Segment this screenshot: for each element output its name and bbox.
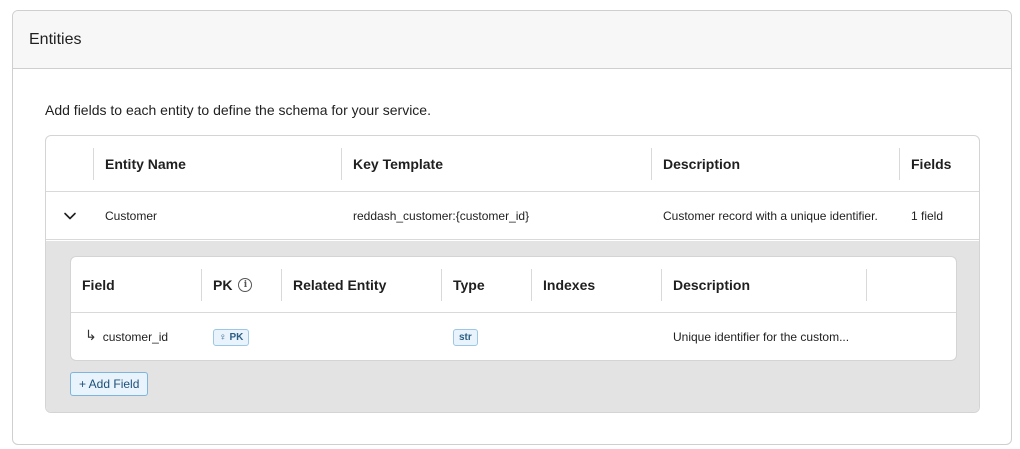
column-header-pk: PK i (213, 257, 253, 312)
type-badge: str (453, 328, 478, 346)
panel-header: Entities (13, 11, 1011, 69)
field-pk-cell: ♀ PK (213, 313, 250, 360)
column-header-entity-name: Entity Name (105, 155, 186, 172)
column-divider (93, 148, 94, 180)
column-header-field: Field (82, 276, 115, 293)
intro-text: Add fields to each entity to define the … (45, 102, 431, 118)
column-divider (899, 148, 900, 180)
column-divider (651, 148, 652, 180)
pk-header-label: PK (213, 276, 233, 293)
column-divider (531, 269, 532, 301)
column-header-key-template: Key Template (353, 155, 443, 172)
field-row[interactable]: ↳ customer_id ♀ PK str Unique identifier… (71, 313, 956, 360)
panel-title: Entities (29, 30, 82, 48)
pk-badge-label: PK (229, 331, 244, 343)
column-header-fields: Fields (911, 155, 952, 172)
column-header-type: Type (453, 276, 485, 293)
expand-toggle[interactable] (63, 192, 77, 239)
column-divider (866, 269, 867, 301)
column-header-related-entity: Related Entity (293, 276, 387, 293)
entity-field-count: 1 field (911, 208, 944, 223)
chevron-down-icon (64, 212, 76, 219)
info-icon[interactable]: i (238, 277, 253, 292)
column-divider (341, 148, 342, 180)
field-type-cell: str (453, 313, 478, 360)
column-divider (201, 269, 202, 301)
field-name: customer_id (102, 330, 169, 344)
entities-panel: Entities Add fields to each entity to de… (12, 10, 1012, 445)
add-field-button[interactable]: + Add Field (70, 372, 149, 396)
entity-row[interactable]: Customer reddash_customer:{customer_id} … (46, 192, 979, 240)
field-name-cell: ↳ customer_id (85, 313, 169, 360)
entity-fields-panel: Field PK i Related Entity Type Indexes D… (46, 241, 979, 412)
entity-table: Entity Name Key Template Description Fie… (45, 135, 980, 413)
entity-name: Customer (105, 208, 158, 223)
key-icon: ♀ (219, 331, 227, 343)
field-table-header: Field PK i Related Entity Type Indexes D… (71, 257, 956, 313)
column-header-indexes: Indexes (543, 276, 596, 293)
entity-table-header: Entity Name Key Template Description Fie… (46, 136, 979, 192)
column-header-field-description: Description (673, 276, 751, 293)
column-divider (441, 269, 442, 301)
pk-badge: ♀ PK (213, 328, 250, 346)
column-divider (661, 269, 662, 301)
field-description: Unique identifier for the custom... (673, 330, 850, 344)
entity-key-template: reddash_customer:{customer_id} (353, 208, 530, 223)
column-header-description: Description (663, 155, 741, 172)
column-divider (281, 269, 282, 301)
field-table: Field PK i Related Entity Type Indexes D… (70, 256, 957, 361)
entity-description: Customer record with a unique identifier… (663, 208, 878, 223)
child-arrow-icon: ↳ (85, 326, 97, 343)
